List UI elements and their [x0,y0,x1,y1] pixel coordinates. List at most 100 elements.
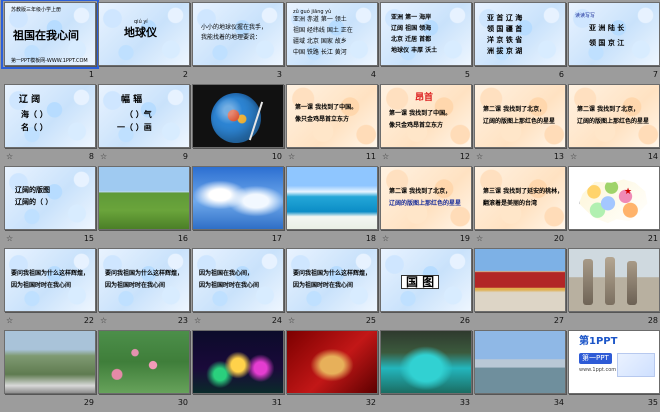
slide-thumbnail[interactable] [474,248,566,312]
slide-15[interactable]: 辽阔的版图 辽阔的（ ） ☆ 15 [4,166,98,248]
star-icon: ☆ [570,152,578,161]
slide-1[interactable]: 苏教版三年级小学上册 祖国在我心间 第一PPT模板网-WWW.1PPT.COM … [1,0,99,84]
slide-thumbnail[interactable]: 国 图 [380,248,472,312]
slide-thumbnail[interactable]: 读读写写 亚 洲 陆 长 领 国 京 江 [568,2,660,66]
slide-number: 13 [553,152,564,161]
slide-13[interactable]: 第二课 我找到了北京， 辽阔的版图上那红色的星星 ☆ 13 [474,84,568,166]
slide-thumbnail[interactable] [98,166,190,230]
slide-thumbnail[interactable]: 第1PPT 第一PPT www.1ppt.com [568,330,660,394]
slide-thumbnail[interactable] [380,330,472,394]
slide-thumbnail[interactable]: 幅 辐 （ ）气 一（ ）画 [98,84,190,148]
slide-number: 1 [88,70,94,79]
slide-number: 20 [553,234,564,243]
slide-thumbnail[interactable]: 第二课 我找到了北京， 辽阔的版图上那红色的星星 [380,166,472,230]
slide-22[interactable]: 要问我祖国为什么这样辉煌， 因为祖国时时在我心间 ☆ 22 [4,248,98,330]
slide-thumbnail[interactable]: 辽 阔 海（ ） 名（ ） [4,84,96,148]
slide-9[interactable]: 幅 辐 （ ）气 一（ ）画 ☆ 9 [98,84,192,166]
slide-11[interactable]: 第一课 我找到了中国。 像只金鸡昂首立东方 ☆ 11 [286,84,380,166]
slide-number: 31 [271,398,282,407]
slide-35[interactable]: 第1PPT 第一PPT www.1ppt.com 35 [568,330,660,412]
slide-thumbnail[interactable]: 亚洲 第一 海岸 辽阔 祖国 领海 北京 迁居 首都 地球仪 丰厚 沃土 [380,2,472,66]
slide-number: 33 [459,398,470,407]
slide-16[interactable]: 16 [98,166,192,248]
star-icon: ☆ [6,152,14,161]
slide-5[interactable]: 亚洲 第一 海岸 辽阔 祖国 领海 北京 迁居 首都 地球仪 丰厚 沃土 5 [380,2,474,84]
slide-14[interactable]: 第二课 我找到了北京， 辽阔的版图上那红色的星星 ☆ 14 [568,84,660,166]
slide-29[interactable]: 29 [4,330,98,412]
slide-thumbnail[interactable] [192,84,284,148]
star-icon: ☆ [100,152,108,161]
slide-thumbnail[interactable] [286,166,378,230]
star-icon: ☆ [382,234,390,243]
slide-thumbnail[interactable]: 因为祖国在我心间， 因为祖国时时在我心间 [192,248,284,312]
slide-number: 2 [182,70,188,79]
slide-thumbnail[interactable] [4,330,96,394]
star-icon: ☆ [382,152,390,161]
slide-thumbnail[interactable] [568,248,660,312]
slide-thumbnail[interactable]: 第一课 我找到了中国。 像只金鸡昂首立东方 [286,84,378,148]
slide-31[interactable]: 31 [192,330,286,412]
slide-number: 4 [370,70,376,79]
slide-thumbnail[interactable]: ★ [568,166,660,230]
slide-8[interactable]: 辽 阔 海（ ） 名（ ） ☆ 8 [4,84,98,166]
slide-thumbnail[interactable]: 苏教版三年级小学上册 祖国在我心间 第一PPT模板网-WWW.1PPT.COM [1,0,99,69]
slide-thumbnail[interactable] [192,330,284,394]
slide-24[interactable]: 因为祖国在我心间， 因为祖国时时在我心间 ☆ 24 [192,248,286,330]
slide-thumbnail[interactable]: 亚 首 辽 海 领 国 疆 首 洋 京 铁 省 洲 拔 京 湖 [474,2,566,66]
slide-30[interactable]: 30 [98,330,192,412]
slide-33[interactable]: 33 [380,330,474,412]
slide-26[interactable]: 国 图 26 [380,248,474,330]
slide-thumbnail[interactable]: zǔ guó jiāng yù 亚洲 赤道 第一 领土 祖国 经纬线 国土 正在… [286,2,378,66]
slide-sorter-grid: 苏教版三年级小学上册 祖国在我心间 第一PPT模板网-WWW.1PPT.COM … [0,0,660,410]
slide-10[interactable]: 10 [192,84,286,166]
slide-21[interactable]: ★ 21 [568,166,660,248]
slide-thumbnail[interactable]: 小小的地球仪握在我手， 我能找着的地理要说： [192,2,284,66]
slide-32[interactable]: 32 [286,330,380,412]
slide-number: 29 [83,398,94,407]
slide-thumbnail[interactable] [192,166,284,230]
slide-thumbnail[interactable]: 第二课 我找到了北京， 辽阔的版图上那红色的星星 [568,84,660,148]
slide-4[interactable]: zǔ guó jiāng yù 亚洲 赤道 第一 领土 祖国 经纬线 国土 正在… [286,2,380,84]
slide-28[interactable]: 28 [568,248,660,330]
slide-number: 8 [88,152,94,161]
slide-thumbnail[interactable]: 昂首 第一课 我找到了中国。 像只金鸡昂首立东方 [380,84,472,148]
china-map-image [579,179,648,224]
slide-number: 18 [365,234,376,243]
slide-thumbnail[interactable]: 辽阔的版图 辽阔的（ ） [4,166,96,230]
slide-thumbnail[interactable]: 要问我祖国为什么这样辉煌， 因为祖国时时在我心间 [4,248,96,312]
globe-image [211,93,261,143]
slide-18[interactable]: 18 [286,166,380,248]
star-icon: ☆ [6,234,14,243]
slide-number: 5 [464,70,470,79]
slide-6[interactable]: 亚 首 辽 海 领 国 疆 首 洋 京 铁 省 洲 拔 京 湖 6 [474,2,568,84]
slide-number: 23 [177,316,188,325]
slide-number: 7 [652,70,658,79]
slide-number: 28 [647,316,658,325]
slide-number: 24 [271,316,282,325]
slide-7[interactable]: 读读写写 亚 洲 陆 长 领 国 京 江 7 [568,2,660,84]
slide-thumbnail[interactable]: 要问我祖国为什么这样辉煌， 因为祖国时时在我心间 [286,248,378,312]
slide-34[interactable]: 34 [474,330,568,412]
slide-number: 35 [647,398,658,407]
slide-number: 6 [558,70,564,79]
slide-thumbnail[interactable]: qiú yí 地球仪 [98,2,190,66]
slide-number: 10 [271,152,282,161]
slide-thumbnail[interactable] [98,330,190,394]
slide-27[interactable]: 27 [474,248,568,330]
slide-20[interactable]: 第三课 我找到了延安的桃林， 翻滚着是美丽的台湾 ☆ 20 [474,166,568,248]
slide-thumbnail[interactable]: 第二课 我找到了北京， 辽阔的版图上那红色的星星 [474,84,566,148]
slide-thumbnail[interactable]: 要问我祖国为什么这样辉煌， 因为祖国时时在我心间 [98,248,190,312]
slide-17[interactable]: 17 [192,166,286,248]
slide-23[interactable]: 要问我祖国为什么这样辉煌， 因为祖国时时在我心间 ☆ 23 [98,248,192,330]
slide-19[interactable]: 第二课 我找到了北京， 辽阔的版图上那红色的星星 ☆ 19 [380,166,474,248]
slide-number: 3 [276,70,282,79]
slide-25[interactable]: 要问我祖国为什么这样辉煌， 因为祖国时时在我心间 ☆ 25 [286,248,380,330]
slide-number: 16 [177,234,188,243]
slide-2[interactable]: qiú yí 地球仪 2 [98,2,192,84]
slide-thumbnail[interactable] [474,330,566,394]
slide-number: 9 [182,152,188,161]
slide-thumbnail[interactable] [286,330,378,394]
slide-3[interactable]: 小小的地球仪握在我手， 我能找着的地理要说： 3 [192,2,286,84]
slide-12[interactable]: 昂首 第一课 我找到了中国。 像只金鸡昂首立东方 ☆ 12 [380,84,474,166]
slide-thumbnail[interactable]: 第三课 我找到了延安的桃林， 翻滚着是美丽的台湾 [474,166,566,230]
